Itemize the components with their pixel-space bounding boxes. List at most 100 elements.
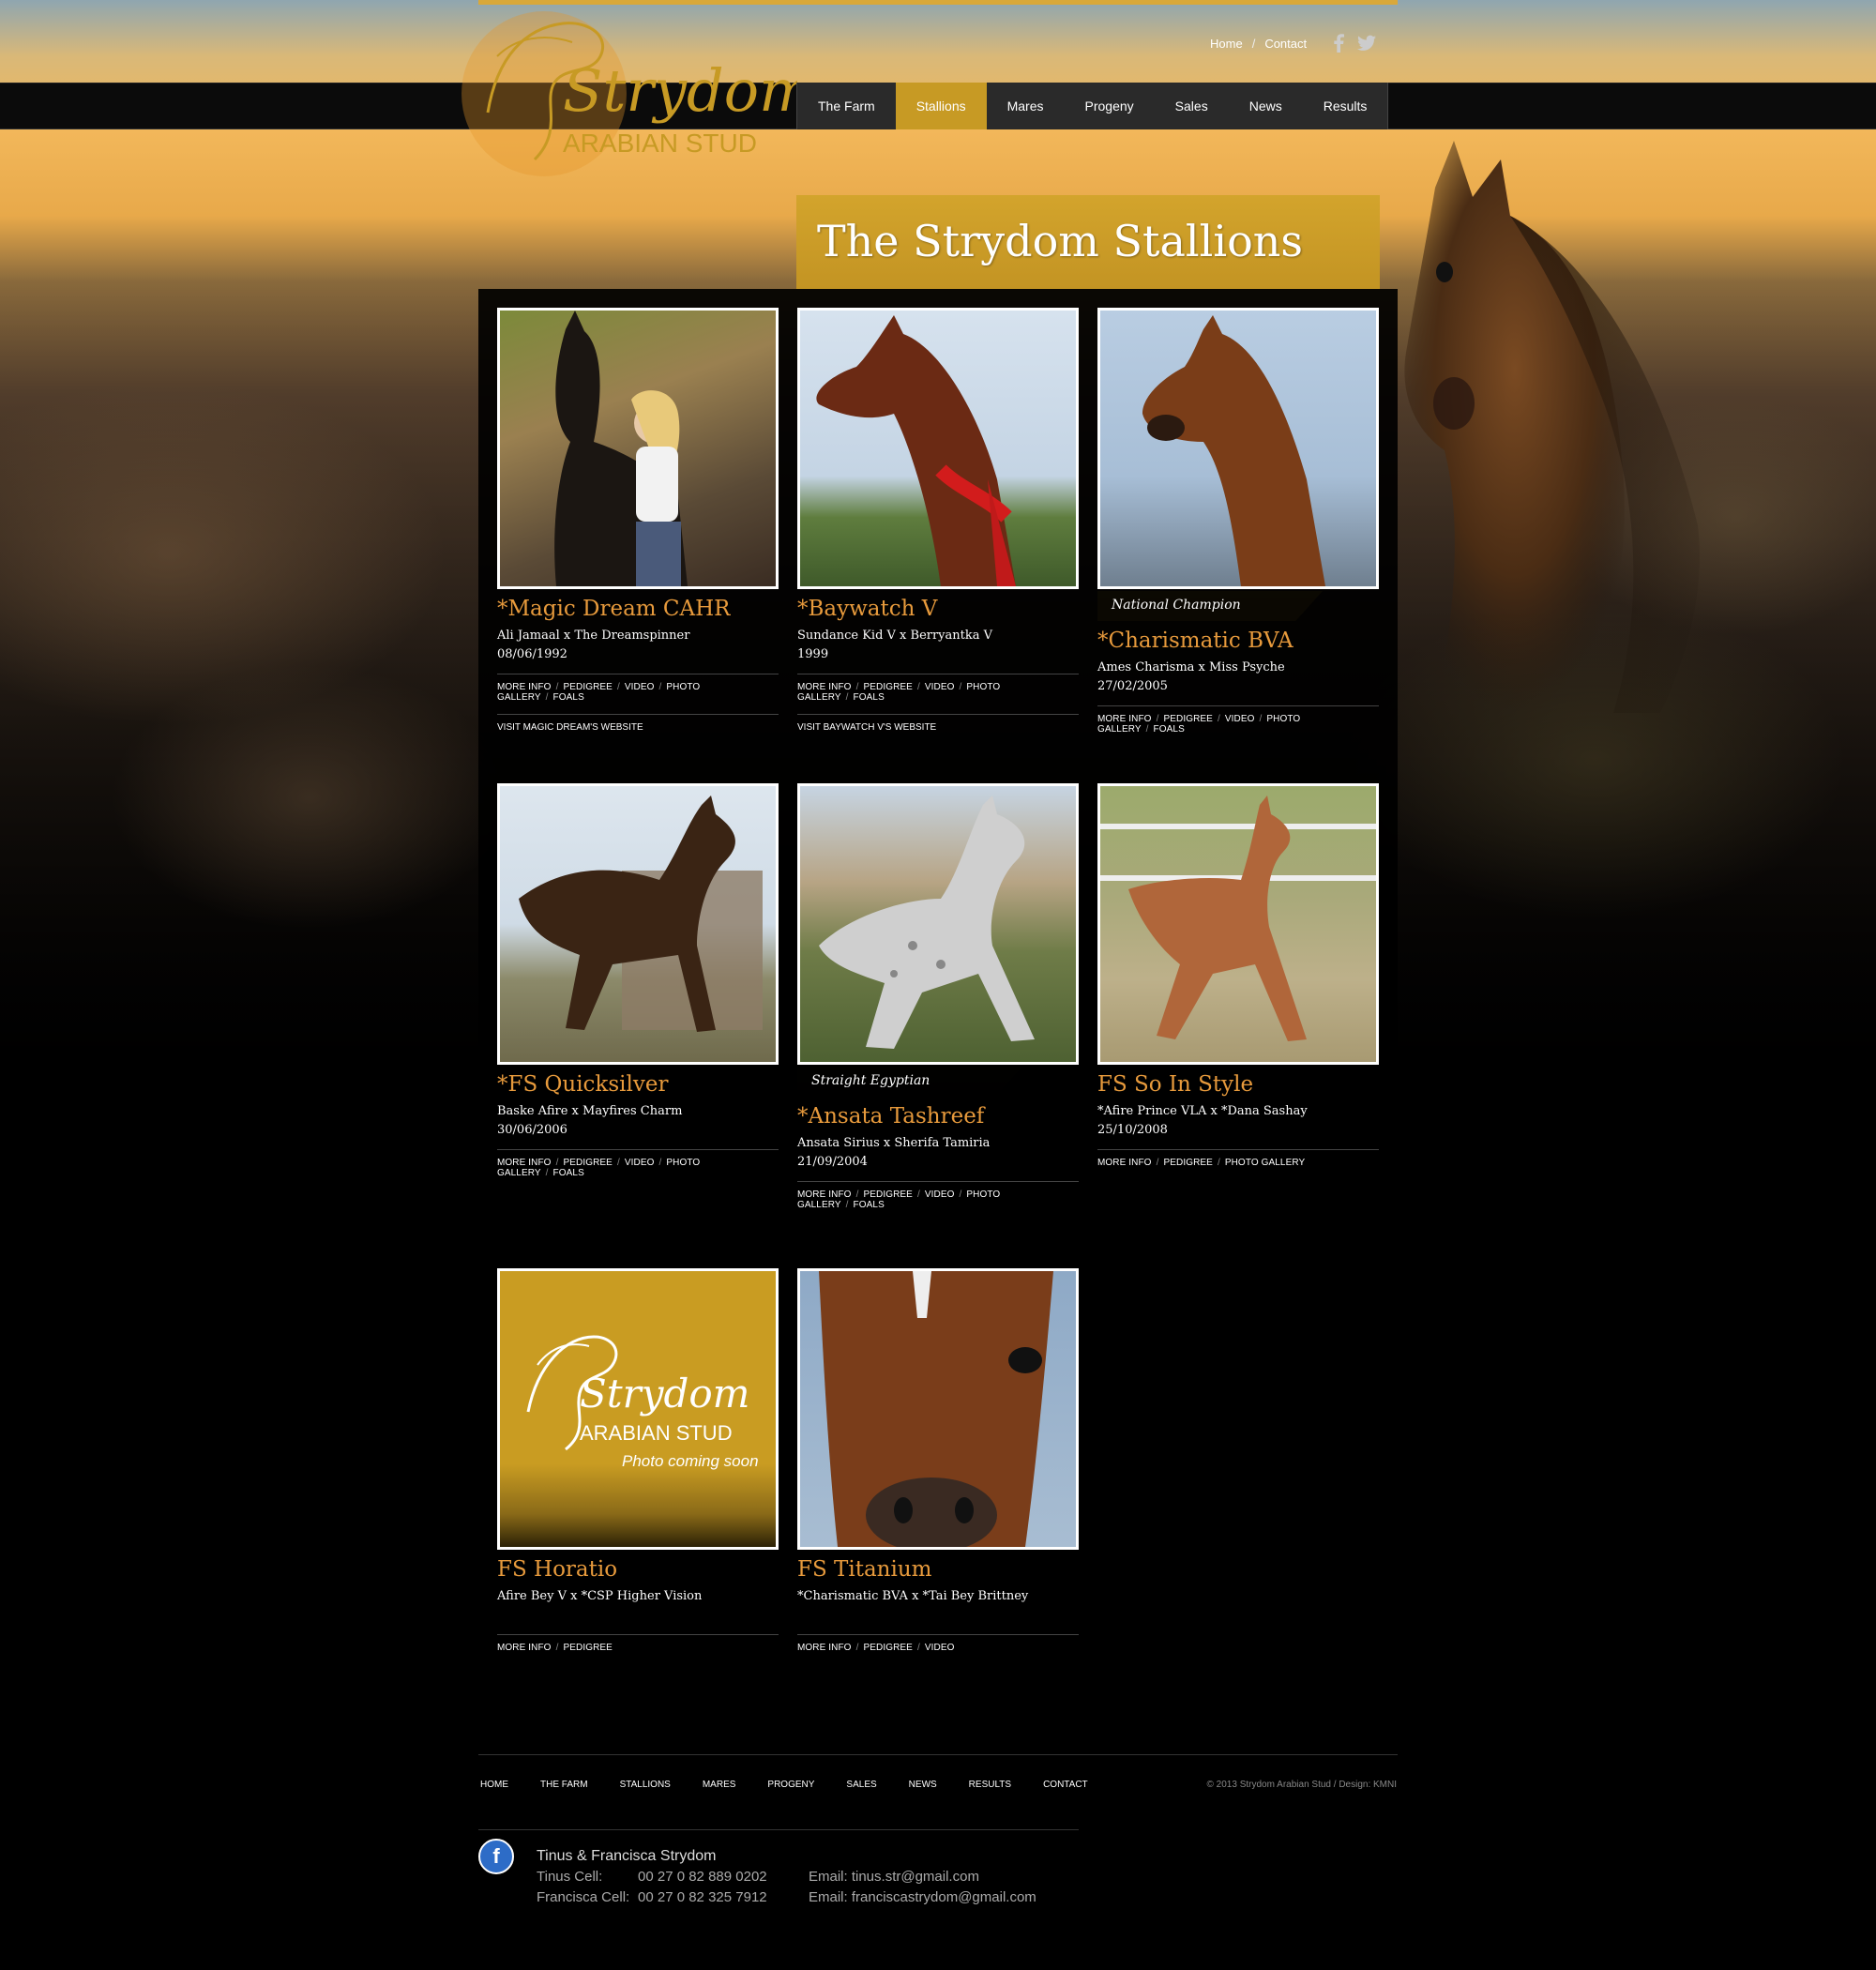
- stallion-ribbon: National Champion: [1097, 591, 1323, 621]
- link-separator: /: [1217, 1158, 1220, 1168]
- link-pedigree[interactable]: PEDIGREE: [563, 682, 612, 692]
- stallion-name[interactable]: FS Horatio: [497, 1557, 779, 1582]
- stallion-name[interactable]: *Magic Dream CAHR: [497, 597, 779, 621]
- stallion-name[interactable]: *Charismatic BVA: [1097, 629, 1379, 653]
- link-separator: /: [555, 1158, 559, 1168]
- link-pedigree[interactable]: PEDIGREE: [1163, 714, 1212, 724]
- stallion-photo[interactable]: [497, 783, 779, 1065]
- link-foals[interactable]: FOALS: [854, 1200, 885, 1210]
- nav-item-results[interactable]: Results: [1303, 83, 1388, 129]
- nav-item-stallions[interactable]: Stallions: [895, 83, 987, 129]
- link-more-info[interactable]: MORE INFO: [497, 682, 552, 692]
- twitter-icon[interactable]: [1357, 34, 1377, 53]
- link-photo-gallery[interactable]: PHOTO GALLERY: [1225, 1158, 1305, 1168]
- nav-item-news[interactable]: News: [1229, 83, 1303, 129]
- stallion-name[interactable]: *Baywatch V: [797, 597, 1079, 621]
- contact-email[interactable]: Email: franciscastrydom@gmail.com: [809, 1887, 1036, 1908]
- stallions-panel: *Magic Dream CAHR Ali Jamaal x The Dream…: [478, 289, 1398, 1734]
- contact-info: Tinus & Francisca Strydom Tinus Cell: 00…: [537, 1846, 1036, 1908]
- footer-link-results[interactable]: RESULTS: [969, 1780, 1011, 1790]
- footer-link-sales[interactable]: SALES: [846, 1780, 876, 1790]
- stallion-date-spacer: [797, 1606, 1079, 1625]
- link-separator: /: [855, 682, 859, 692]
- stallion-name[interactable]: *Ansata Tashreef: [797, 1104, 1079, 1129]
- facebook-icon[interactable]: f: [478, 1839, 514, 1874]
- stallion-photo[interactable]: [1097, 783, 1379, 1065]
- stallion-name[interactable]: *FS Quicksilver: [497, 1072, 779, 1097]
- link-more-info[interactable]: MORE INFO: [797, 682, 852, 692]
- link-separator: /: [1145, 724, 1149, 735]
- link-pedigree[interactable]: PEDIGREE: [563, 1158, 612, 1168]
- link-more-info[interactable]: MORE INFO: [1097, 1158, 1152, 1168]
- contact-phone[interactable]: 00 27 0 82 889 0202: [638, 1867, 809, 1887]
- stallion-name[interactable]: FS Titanium: [797, 1557, 1079, 1582]
- main-nav: The Farm Stallions Mares Progeny Sales N…: [796, 83, 1389, 129]
- link-more-info[interactable]: MORE INFO: [497, 1643, 552, 1653]
- stallion-photo[interactable]: [497, 308, 779, 589]
- footer-link-the-farm[interactable]: THE FARM: [540, 1780, 588, 1790]
- top-link-contact[interactable]: Contact: [1264, 37, 1307, 51]
- facebook-icon[interactable]: [1329, 34, 1348, 53]
- copyright: © 2013 Strydom Arabian Stud / Design: KM…: [1206, 1780, 1397, 1790]
- link-more-info[interactable]: MORE INFO: [797, 1190, 852, 1200]
- stallion-photo[interactable]: [797, 308, 1079, 589]
- photo-coming-soon-text: Photo coming soon: [622, 1452, 759, 1470]
- contact-label: Tinus Cell:: [537, 1869, 603, 1885]
- footer-link-home[interactable]: HOME: [480, 1780, 508, 1790]
- footer-link-contact[interactable]: CONTACT: [1043, 1780, 1088, 1790]
- link-more-info[interactable]: MORE INFO: [797, 1643, 852, 1653]
- link-pedigree[interactable]: PEDIGREE: [863, 682, 912, 692]
- stallion-photo[interactable]: [797, 1268, 1079, 1550]
- link-separator: /: [845, 692, 849, 703]
- stallion-pedigree: Ansata Sirius x Sherifa Tamiria: [797, 1136, 991, 1150]
- link-separator: /: [959, 1190, 962, 1200]
- link-pedigree[interactable]: PEDIGREE: [863, 1190, 912, 1200]
- footer-link-news[interactable]: NEWS: [909, 1780, 937, 1790]
- nav-item-sales[interactable]: Sales: [1155, 83, 1229, 129]
- strydom-logo[interactable]: Strydom ARABIAN STUD: [460, 0, 797, 178]
- link-video[interactable]: VIDEO: [625, 682, 655, 692]
- stallion-links: MORE INFO / PEDIGREE / VIDEO / PHOTO GALLERY / F…: [797, 674, 1079, 703]
- stallion-links: MORE INFO / PEDIGREE: [497, 1634, 779, 1653]
- link-foals[interactable]: FOALS: [553, 1168, 584, 1178]
- link-more-info[interactable]: MORE INFO: [497, 1158, 552, 1168]
- stallion-pedigree: Baske Afire x Mayfires Charm: [497, 1104, 683, 1118]
- link-foals[interactable]: FOALS: [854, 692, 885, 703]
- link-video[interactable]: VIDEO: [925, 1643, 955, 1653]
- contact-email[interactable]: Email: tinus.str@gmail.com: [809, 1867, 979, 1887]
- link-pedigree[interactable]: PEDIGREE: [1163, 1158, 1212, 1168]
- stallion-card: FS So In Style *Afire Prince VLA x *Dana…: [1097, 783, 1379, 1168]
- link-foals[interactable]: FOALS: [553, 692, 584, 703]
- footer-link-progeny[interactable]: PROGENY: [767, 1780, 814, 1790]
- page-title: The Strydom Stallions: [796, 195, 1380, 289]
- link-video[interactable]: VIDEO: [925, 682, 955, 692]
- placeholder-logo-wordmark: Strydom: [580, 1371, 749, 1417]
- stallion-pedigree: Ames Charisma x Miss Psyche: [1097, 660, 1285, 674]
- stallion-photo-placeholder[interactable]: Strydom ARABIAN STUD Photo coming soon: [497, 1268, 779, 1550]
- nav-item-mares[interactable]: Mares: [987, 83, 1065, 129]
- stallion-ribbon: Straight Egyptian: [797, 1067, 1022, 1097]
- link-pedigree[interactable]: PEDIGREE: [563, 1643, 612, 1653]
- link-visit-website[interactable]: VISIT BAYWATCH V'S WEBSITE: [797, 714, 1079, 733]
- contact-row-francisca: Francisca Cell: 00 27 0 82 325 7912 Emai…: [537, 1887, 1036, 1908]
- nav-item-progeny[interactable]: Progeny: [1065, 83, 1155, 129]
- link-video[interactable]: VIDEO: [1225, 714, 1255, 724]
- link-video[interactable]: VIDEO: [925, 1190, 955, 1200]
- nav-item-the-farm[interactable]: The Farm: [797, 83, 896, 129]
- link-visit-website[interactable]: VISIT MAGIC DREAM'S WEBSITE: [497, 714, 779, 733]
- link-video[interactable]: VIDEO: [625, 1158, 655, 1168]
- link-pedigree[interactable]: PEDIGREE: [863, 1643, 912, 1653]
- stallion-name[interactable]: FS So In Style: [1097, 1072, 1379, 1097]
- link-more-info[interactable]: MORE INFO: [1097, 714, 1152, 724]
- link-separator: /: [555, 682, 559, 692]
- stallion-photo[interactable]: [1097, 308, 1379, 589]
- stallion-photo[interactable]: [797, 783, 1079, 1065]
- footer-link-stallions[interactable]: STALLIONS: [620, 1780, 671, 1790]
- link-foals[interactable]: FOALS: [1154, 724, 1185, 735]
- contact-phone[interactable]: 00 27 0 82 325 7912: [638, 1887, 809, 1908]
- link-separator: /: [855, 1190, 859, 1200]
- footer-link-mares[interactable]: MARES: [703, 1780, 736, 1790]
- stallion-links: MORE INFO / PEDIGREE / VIDEO / PHOTO GALLERY / F…: [797, 1181, 1079, 1210]
- contact-row-tinus: Tinus Cell: 00 27 0 82 889 0202 Email: t…: [537, 1867, 1036, 1887]
- top-link-home[interactable]: Home: [1210, 37, 1243, 51]
